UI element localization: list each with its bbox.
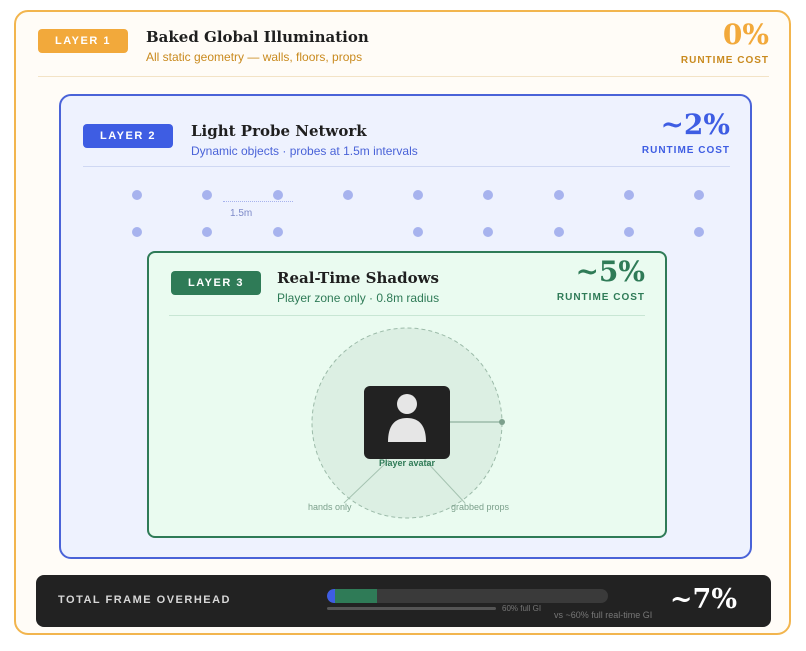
full-gi-reference-bar [327,607,496,610]
layer3-panel: LAYER 3 Real-Time Shadows Player zone on… [147,251,667,538]
layer1-title: Baked Global Illumination [146,28,369,46]
probe-spacing-marker [223,201,293,202]
layer1-subtitle: All static geometry — walls, floors, pro… [146,50,363,64]
total-overhead-value: ~7% [669,584,737,615]
layer2-cost-label: RUNTIME COST [641,145,730,156]
shadow-cost-segment [335,589,378,603]
avatar-label: Player avatar [378,458,436,468]
layer1-cost-label: RUNTIME COST [680,55,769,66]
comparison-label: vs ~60% full real-time GI [554,610,653,620]
hands-only-label: hands only [308,502,352,512]
layer1-badge: LAYER 1 [38,29,128,53]
light-probe [132,227,142,237]
radius-marker [499,419,505,425]
overhead-bar [327,589,608,603]
light-probe [202,227,213,237]
total-overhead-footer: TOTAL FRAME OVERHEAD 60% full GI vs ~60%… [36,575,771,627]
probe-cost-segment [327,589,335,603]
full-gi-reference-label: 60% full GI [502,604,542,613]
layer1-cost-value: 0% [722,18,769,51]
total-overhead-label: TOTAL FRAME OVERHEAD [58,594,232,606]
layer2-subtitle: Dynamic objects · probes at 1.5m interva… [191,144,418,158]
light-probe [272,190,283,200]
light-probe [623,227,634,237]
light-probe [553,190,564,200]
person-icon [388,394,426,442]
light-probe [483,190,494,200]
light-probe [483,227,494,237]
layer2-panel: LAYER 2 Light Probe Network Dynamic obje… [59,94,752,559]
light-probe [202,190,213,200]
light-probe [413,227,423,237]
layer2-cost-value: ~2% [660,108,730,141]
light-probe [694,190,704,200]
player-avatar [364,386,450,459]
light-probe [272,227,283,237]
layer1-panel: LAYER 1 Baked Global Illumination All st… [14,10,791,635]
light-probe [342,190,353,200]
layer2-divider [83,166,730,167]
light-probe [694,227,704,237]
light-probe [623,190,634,200]
layer2-badge: LAYER 2 [83,124,173,148]
layer2-title: Light Probe Network [191,122,367,140]
grabbed-props-label: grabbed props [451,502,510,512]
light-probe [132,190,142,200]
light-probe [413,190,423,200]
layer1-divider [38,76,769,77]
light-probe [553,227,564,237]
probe-spacing-label: 1.5m [230,208,253,219]
